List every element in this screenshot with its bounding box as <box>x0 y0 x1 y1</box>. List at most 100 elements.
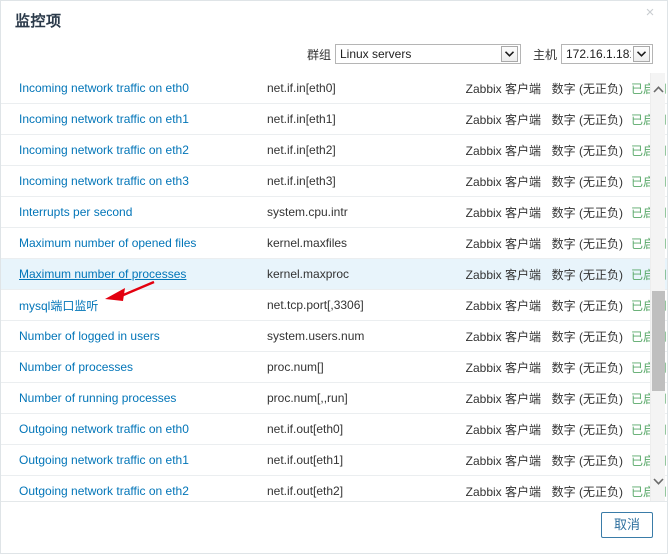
item-name-link[interactable]: Outgoing network traffic on eth2 <box>19 484 189 498</box>
items-table: Incoming network traffic on eth0 net.if.i… <box>1 73 667 501</box>
chevron-up-icon[interactable] <box>651 81 666 97</box>
item-key-cell: net.if.out[eth1] <box>267 444 449 476</box>
item-type-cell: Zabbix 客户端 <box>449 134 541 166</box>
item-value-type-cell: 数字 (无正负) <box>541 351 623 383</box>
table-row[interactable]: mysql端口监听 net.tcp.port[,3306] Zabbix 客户端 数字… <box>1 289 667 321</box>
table-row[interactable]: Outgoing network traffic on eth2 net.if.o… <box>1 475 667 501</box>
item-name-link[interactable]: Incoming network traffic on eth3 <box>19 174 189 188</box>
item-name-cell: Maximum number of processes <box>1 258 267 290</box>
item-name-link[interactable]: Incoming network traffic on eth2 <box>19 143 189 157</box>
item-value-type-cell: 数字 (无正负) <box>541 103 623 135</box>
host-select[interactable]: 172.16.1.181 <box>561 44 653 64</box>
item-name-cell: Incoming network traffic on eth3 <box>1 165 267 197</box>
item-type-cell: Zabbix 客户端 <box>449 103 541 135</box>
item-value-type-cell: 数字 (无正负) <box>541 258 623 290</box>
item-name-link[interactable]: Incoming network traffic on eth0 <box>19 81 189 95</box>
table-row[interactable]: Outgoing network traffic on eth1 net.if.o… <box>1 444 667 476</box>
chevron-down-icon <box>500 46 518 62</box>
item-key-cell: system.users.num <box>267 320 449 352</box>
item-key-cell: proc.num[,,run] <box>267 382 449 414</box>
filter-bar: 群组 Linux servers 主机 172.16.1.181 <box>307 43 653 65</box>
item-type-cell: Zabbix 客户端 <box>449 475 541 501</box>
item-name-link[interactable]: Number of logged in users <box>19 329 160 343</box>
table-row[interactable]: Number of processes proc.num[] Zabbix 客户端数… <box>1 351 667 383</box>
table-row[interactable]: Maximum number of processes kernel.maxpro… <box>1 258 667 290</box>
item-key-cell: net.if.in[eth0] <box>267 73 449 104</box>
group-label: 群组 <box>306 47 331 62</box>
item-key-cell: kernel.maxfiles <box>267 227 449 259</box>
item-value-type-cell: 数字 (无正负) <box>541 196 623 228</box>
item-name-cell: Interrupts per second <box>1 196 267 228</box>
item-value-type-cell: 数字 (无正负) <box>541 444 623 476</box>
item-name-link[interactable]: mysql端口监听 <box>19 299 98 313</box>
dialog-header: 监控项 × <box>1 1 667 35</box>
item-key-cell: net.tcp.port[,3306] <box>267 289 449 321</box>
host-label: 主机 <box>532 47 557 62</box>
item-type-cell: Zabbix 客户端 <box>449 227 541 259</box>
dialog-footer: 取消 <box>1 501 667 553</box>
table-row[interactable]: Incoming network traffic on eth2 net.if.i… <box>1 134 667 166</box>
item-name-link[interactable]: Incoming network traffic on eth1 <box>19 112 189 126</box>
item-name-cell: Number of processes <box>1 351 267 383</box>
close-icon[interactable]: × <box>641 4 659 22</box>
item-name-link[interactable]: Maximum number of opened files <box>19 236 196 250</box>
item-name-cell: Maximum number of opened files <box>1 227 267 259</box>
item-value-type-cell: 数字 (无正负) <box>541 413 623 445</box>
item-key-cell: net.if.in[eth2] <box>267 134 449 166</box>
item-type-cell: Zabbix 客户端 <box>449 444 541 476</box>
item-value-type-cell: 数字 (无正负) <box>541 289 623 321</box>
item-name-cell: Number of logged in users <box>1 320 267 352</box>
host-select-value: 172.16.1.181 <box>566 47 631 61</box>
item-type-cell: Zabbix 客户端 <box>449 196 541 228</box>
item-name-link[interactable]: Outgoing network traffic on eth0 <box>19 422 189 436</box>
vertical-scrollbar[interactable] <box>650 73 665 501</box>
item-value-type-cell: 数字 (无正负) <box>541 475 623 501</box>
table-row[interactable]: Number of logged in users system.users.nu… <box>1 320 667 352</box>
item-key-cell: system.cpu.intr <box>267 196 449 228</box>
group-select[interactable]: Linux servers <box>334 44 521 64</box>
scrollbar-thumb[interactable] <box>652 291 665 391</box>
table-row[interactable]: Number of running processes proc.num[,,ru… <box>1 382 667 414</box>
items-table-container[interactable]: Incoming network traffic on eth0 net.if.i… <box>1 73 667 501</box>
item-key-cell: net.if.in[eth1] <box>267 103 449 135</box>
item-value-type-cell: 数字 (无正负) <box>541 73 623 104</box>
item-name-cell: Incoming network traffic on eth2 <box>1 134 267 166</box>
item-value-type-cell: 数字 (无正负) <box>541 227 623 259</box>
item-type-cell: Zabbix 客户端 <box>449 289 541 321</box>
page-title: 监控项 <box>15 13 62 30</box>
item-name-cell: Outgoing network traffic on eth0 <box>1 413 267 445</box>
item-key-cell: proc.num[] <box>267 351 449 383</box>
chevron-down-icon[interactable] <box>651 473 666 489</box>
cancel-button[interactable]: 取消 <box>600 512 653 538</box>
chevron-down-icon <box>633 46 650 62</box>
table-row[interactable]: Maximum number of opened files kernel.max… <box>1 227 667 259</box>
table-row[interactable]: Interrupts per second system.cpu.intr Zabb… <box>1 196 667 228</box>
item-type-cell: Zabbix 客户端 <box>449 413 541 445</box>
item-name-link[interactable]: Interrupts per second <box>19 205 132 219</box>
item-key-cell: kernel.maxproc <box>267 258 449 290</box>
group-select-value: Linux servers <box>339 47 412 61</box>
item-type-cell: Zabbix 客户端 <box>449 258 541 290</box>
table-row[interactable]: Incoming network traffic on eth3 net.if.i… <box>1 165 667 197</box>
item-name-link[interactable]: Outgoing network traffic on eth1 <box>19 453 189 467</box>
item-name-cell: mysql端口监听 <box>1 289 267 321</box>
item-name-cell: Incoming network traffic on eth0 <box>1 73 267 104</box>
item-name-cell: Number of running processes <box>1 382 267 414</box>
items-dialog: 监控项 × 群组 Linux servers 主机 172.16.1.181 I… <box>0 0 668 554</box>
table-row[interactable]: Outgoing network traffic on eth0 net.if.o… <box>1 413 667 445</box>
item-name-link[interactable]: Number of running processes <box>19 391 176 405</box>
item-type-cell: Zabbix 客户端 <box>449 165 541 197</box>
table-row[interactable]: Incoming network traffic on eth0 net.if.i… <box>1 73 667 104</box>
item-name-cell: Outgoing network traffic on eth2 <box>1 475 267 501</box>
item-type-cell: Zabbix 客户端 <box>449 351 541 383</box>
item-name-link[interactable]: Number of processes <box>19 360 133 374</box>
item-value-type-cell: 数字 (无正负) <box>541 134 623 166</box>
item-key-cell: net.if.out[eth0] <box>267 413 449 445</box>
item-key-cell: net.if.in[eth3] <box>267 165 449 197</box>
item-value-type-cell: 数字 (无正负) <box>541 382 623 414</box>
table-row[interactable]: Incoming network traffic on eth1 net.if.i… <box>1 103 667 135</box>
item-name-cell: Incoming network traffic on eth1 <box>1 103 267 135</box>
item-name-link[interactable]: Maximum number of processes <box>19 267 186 281</box>
item-type-cell: Zabbix 客户端 <box>449 73 541 104</box>
item-value-type-cell: 数字 (无正负) <box>541 165 623 197</box>
